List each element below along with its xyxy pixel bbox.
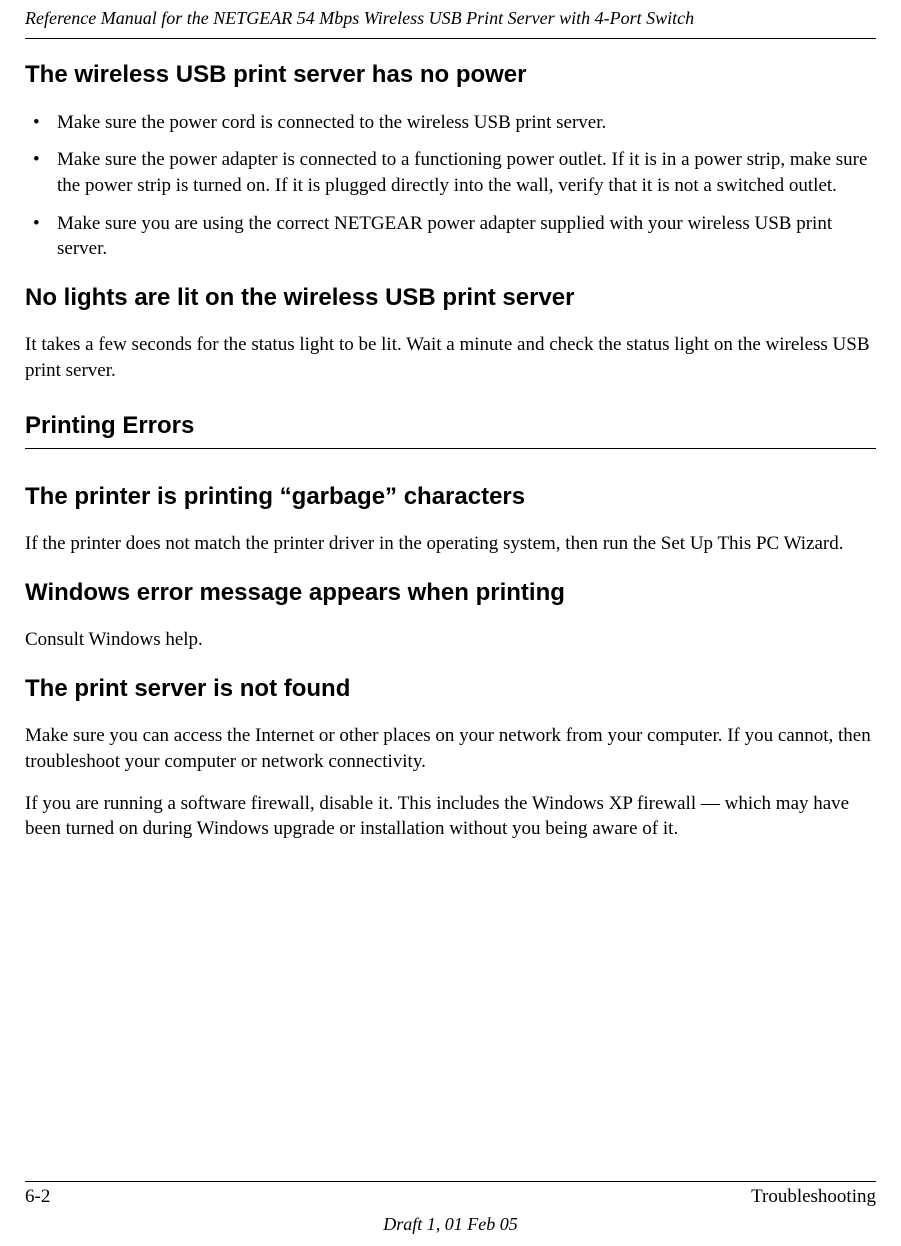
body-text: Make sure you can access the Internet or…	[25, 723, 876, 774]
heading-printing-errors: Printing Errors	[25, 410, 876, 449]
heading-windows-error: Windows error message appears when print…	[25, 577, 876, 609]
page-footer: 6-2 Troubleshooting Draft 1, 01 Feb 05	[25, 1181, 876, 1236]
body-text: If you are running a software firewall, …	[25, 791, 876, 842]
section-name: Troubleshooting	[751, 1184, 876, 1210]
heading-no-power: The wireless USB print server has no pow…	[25, 59, 876, 91]
heading-no-lights: No lights are lit on the wireless USB pr…	[25, 282, 876, 314]
running-header: Reference Manual for the NETGEAR 54 Mbps…	[25, 0, 876, 39]
footer-rule	[25, 1181, 876, 1182]
draft-label: Draft 1, 01 Feb 05	[25, 1212, 876, 1236]
heading-garbage-chars: The printer is printing “garbage” charac…	[25, 481, 876, 513]
bullet-list-no-power: Make sure the power cord is connected to…	[25, 110, 876, 262]
heading-not-found: The print server is not found	[25, 673, 876, 705]
body-text: Consult Windows help.	[25, 627, 876, 653]
page-number: 6-2	[25, 1184, 50, 1210]
list-item: Make sure the power adapter is connected…	[25, 147, 876, 198]
body-text: If the printer does not match the printe…	[25, 531, 876, 557]
list-item: Make sure you are using the correct NETG…	[25, 211, 876, 262]
body-text: It takes a few seconds for the status li…	[25, 332, 876, 383]
list-item: Make sure the power cord is connected to…	[25, 110, 876, 136]
